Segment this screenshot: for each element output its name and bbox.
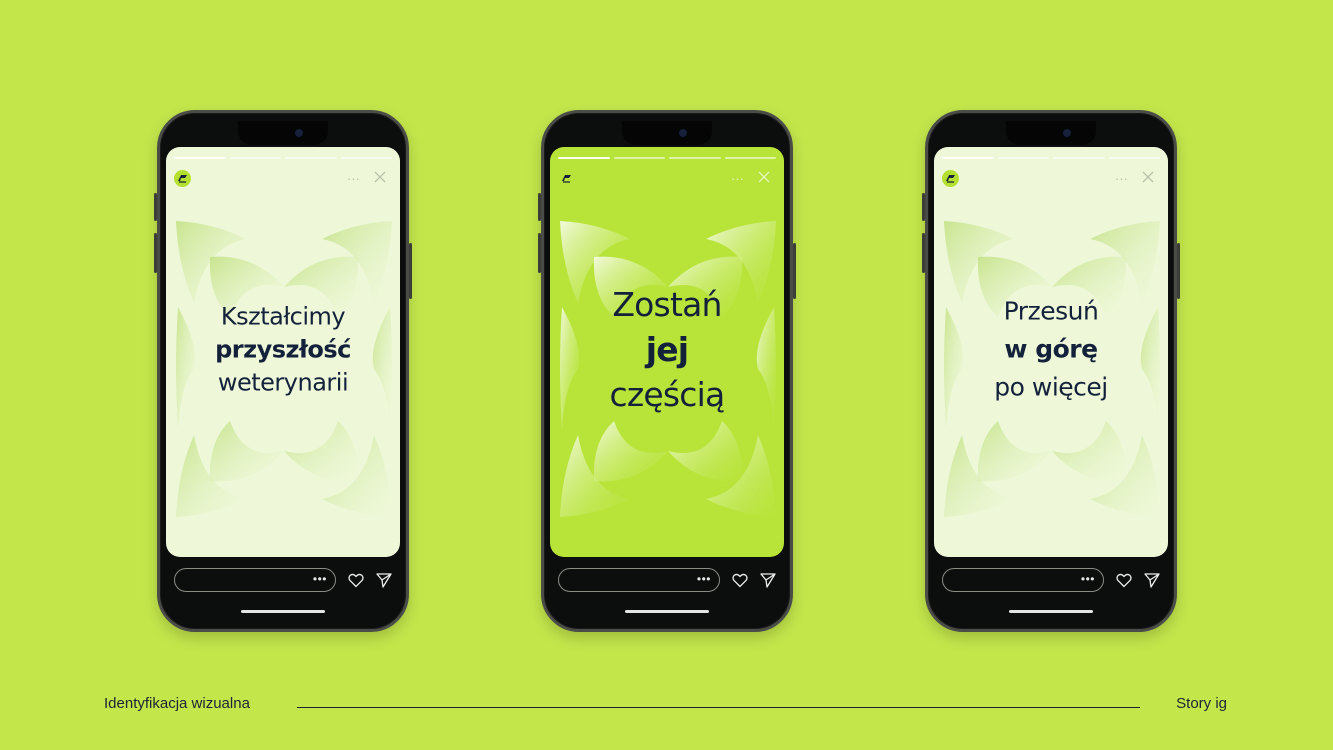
notch [622,121,712,145]
headline-line-3: częścią [609,374,726,414]
home-indicator [1009,610,1093,613]
headline-line-1: Przesuń [1003,296,1099,326]
side-button [1177,243,1180,299]
reply-more-icon[interactable]: ••• [313,572,327,586]
story-progress [942,157,1160,159]
side-button [538,233,541,273]
reply-input[interactable]: ••• [174,568,336,592]
side-button [538,193,541,221]
more-icon[interactable]: ··· [731,172,744,185]
story-headline: Przesuń w górę po więcej [934,293,1168,407]
story-top-icons: ··· [347,171,386,185]
story-headline: Zostań jej częścią [550,282,784,417]
phone-mockup-2: ··· Zostań jej częścią ••• [538,110,796,632]
story-screen-3: ··· Przesuń w górę po więcej [934,147,1168,557]
send-icon[interactable] [376,572,392,588]
reply-more-icon[interactable]: ••• [697,572,711,586]
story-headline: Kształcimy przyszłość weterynarii [166,301,400,400]
story-progress [174,157,392,159]
headline-line-1: Zostań [612,284,722,324]
front-camera [1063,129,1071,137]
more-icon[interactable]: ··· [347,172,360,185]
story-reply-bar: ••• [558,568,776,592]
progress-segment [724,157,776,159]
footer-right-label: Story ig [1176,695,1227,712]
progress-segment [669,157,721,159]
headline-line-2: przyszłość [215,335,351,364]
headline-line-3: po więcej [994,372,1108,402]
progress-segment [942,157,994,159]
home-indicator [625,610,709,613]
reply-input[interactable]: ••• [942,568,1104,592]
side-button [793,243,796,299]
notch [1006,121,1096,145]
story-screen-2: ··· Zostań jej częścią [550,147,784,557]
footer-divider [297,707,1140,708]
brand-logo-icon[interactable] [558,170,575,187]
progress-segment [174,157,226,159]
brand-logo-icon[interactable] [942,170,959,187]
story-top-icons: ··· [731,171,770,185]
headline-line-2: jej [645,329,689,369]
notch [238,121,328,145]
footer-left-label: Identyfikacja wizualna [104,695,250,712]
headline-line-2: w górę [1004,334,1098,364]
reply-more-icon[interactable]: ••• [1081,572,1095,586]
story-screen-1: ··· Kształcimy przyszłość weterynarii [166,147,400,557]
side-button [154,233,157,273]
story-top-icons: ··· [1115,171,1154,185]
heart-icon[interactable] [732,572,748,588]
close-icon[interactable] [1142,171,1154,185]
reply-input[interactable]: ••• [558,568,720,592]
send-icon[interactable] [760,572,776,588]
progress-segment [1108,157,1160,159]
story-progress [558,157,776,159]
progress-segment [997,157,1049,159]
side-button [154,193,157,221]
headline-line-3: weterynarii [217,368,349,397]
send-icon[interactable] [1144,572,1160,588]
progress-segment [558,157,610,159]
heart-icon[interactable] [1116,572,1132,588]
close-icon[interactable] [374,171,386,185]
progress-segment [613,157,665,159]
story-reply-bar: ••• [942,568,1160,592]
progress-segment [340,157,392,159]
front-camera [679,129,687,137]
side-button [922,233,925,273]
heart-icon[interactable] [348,572,364,588]
phone-mockup-3: ··· Przesuń w górę po więcej ••• [922,110,1180,632]
headline-line-1: Kształcimy [220,302,346,331]
progress-segment [1053,157,1105,159]
side-button [922,193,925,221]
brand-logo-icon[interactable] [174,170,191,187]
side-button [409,243,412,299]
more-icon[interactable]: ··· [1115,172,1128,185]
front-camera [295,129,303,137]
home-indicator [241,610,325,613]
progress-segment [285,157,337,159]
story-reply-bar: ••• [174,568,392,592]
close-icon[interactable] [758,171,770,185]
phone-mockup-1: ··· Kształcimy przyszłość weterynarii ••… [154,110,412,632]
progress-segment [229,157,281,159]
